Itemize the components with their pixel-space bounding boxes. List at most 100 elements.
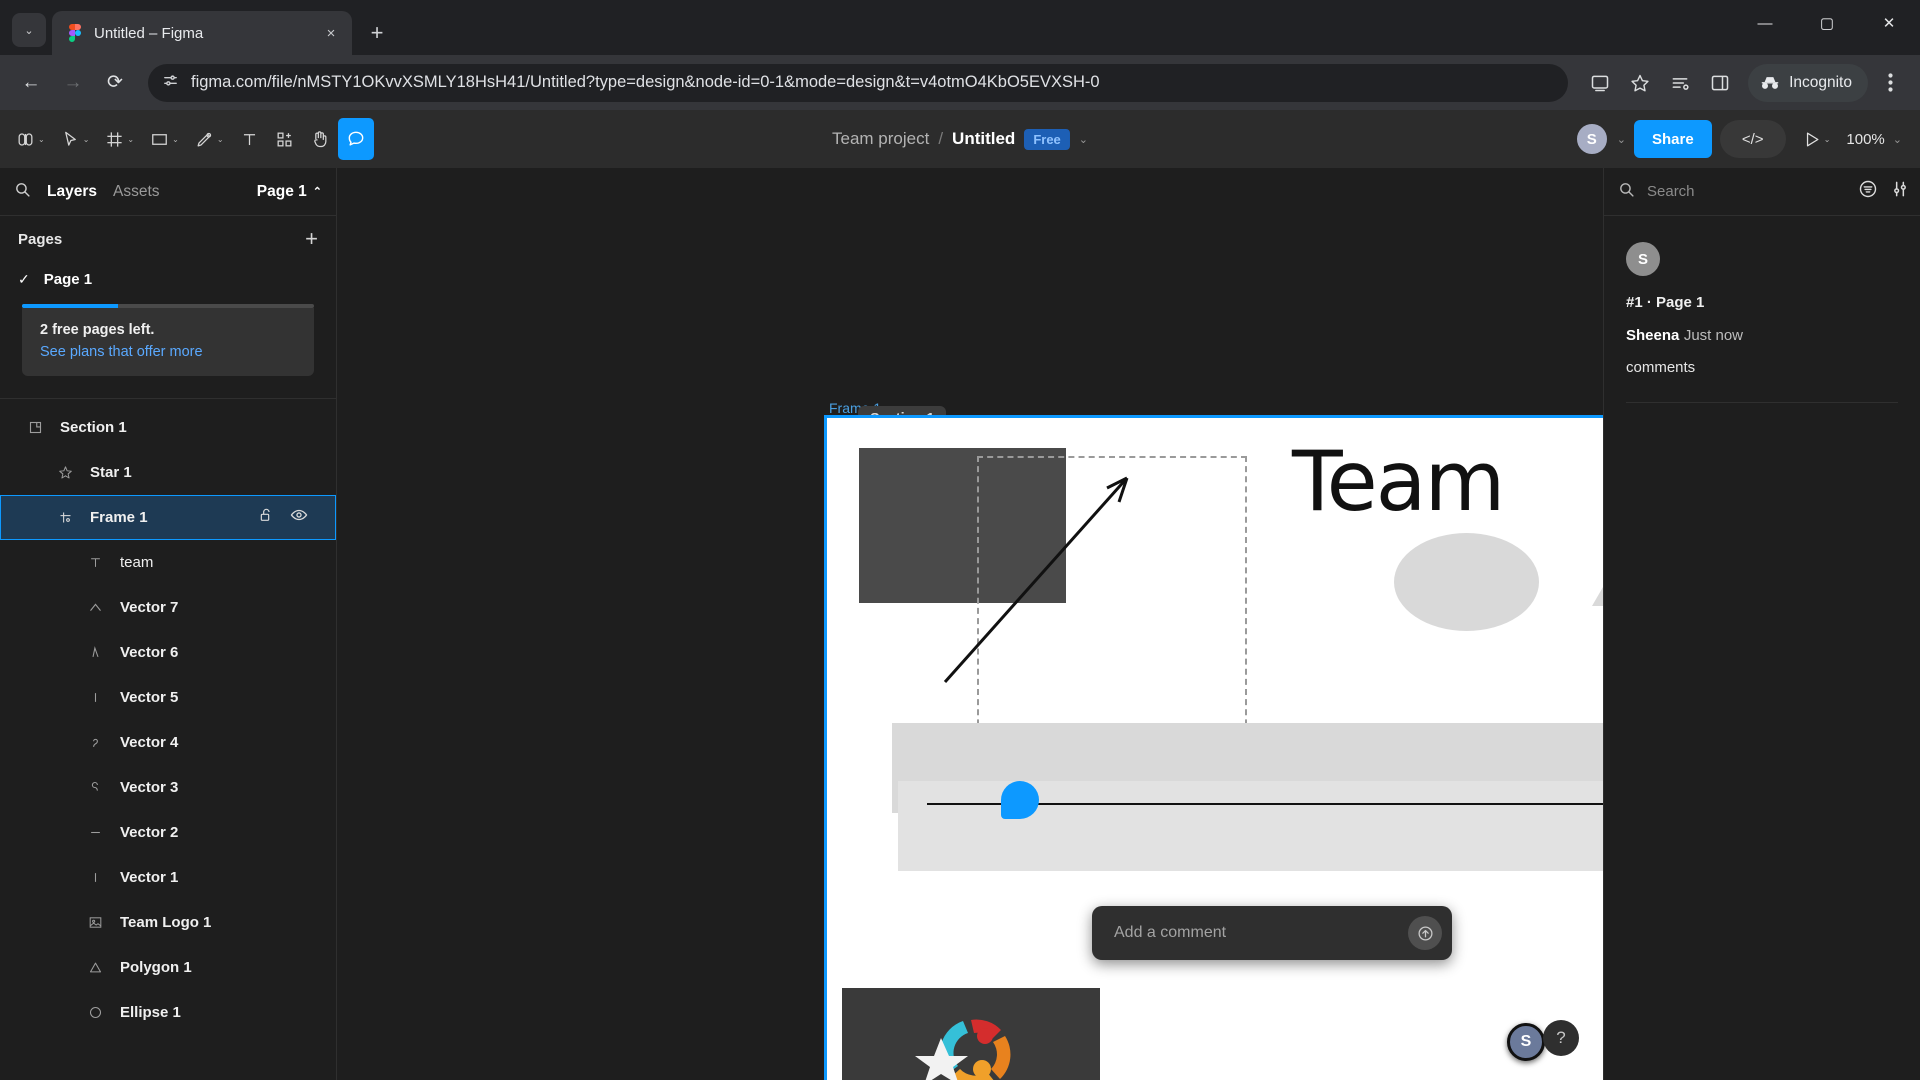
kebab-menu-icon[interactable] bbox=[1872, 65, 1908, 101]
search-icon[interactable] bbox=[1618, 181, 1635, 203]
zoom-level-label[interactable]: 100% bbox=[1846, 131, 1884, 148]
main-menu-button[interactable]: ⌄ bbox=[8, 118, 53, 160]
see-plans-link[interactable]: See plans that offer more bbox=[40, 344, 296, 360]
polygon-triangle-shape[interactable] bbox=[1592, 523, 1603, 606]
right-panel-divider bbox=[1626, 402, 1898, 403]
arrow-vector[interactable] bbox=[939, 458, 1139, 688]
polygon-icon bbox=[82, 960, 108, 975]
layer-row-vector-1[interactable]: Vector 1 bbox=[0, 855, 336, 900]
tab-layers[interactable]: Layers bbox=[47, 183, 97, 201]
layer-row-ellipse-1[interactable]: Ellipse 1 bbox=[0, 990, 336, 1035]
layer-actions bbox=[258, 506, 308, 529]
forward-button[interactable]: → bbox=[54, 64, 92, 102]
artboard-frame-1[interactable]: Team team bbox=[824, 415, 1603, 1080]
star-icon bbox=[52, 465, 78, 480]
window-close-button[interactable]: ✕ bbox=[1858, 0, 1920, 46]
comment-thread-item[interactable]: S #1 · Page 1 Sheena Just now comments bbox=[1604, 216, 1920, 376]
vector-icon bbox=[82, 735, 108, 750]
vector-icon bbox=[82, 870, 108, 885]
hand-tool-button[interactable] bbox=[302, 118, 338, 160]
layer-row-section-1[interactable]: Section 1 bbox=[0, 405, 336, 450]
pen-tool-button[interactable]: ⌄ bbox=[187, 118, 232, 160]
ellipse-shape[interactable] bbox=[1394, 533, 1539, 631]
layer-name: Star 1 bbox=[90, 464, 132, 481]
frame-tool-button[interactable]: ⌄ bbox=[97, 118, 142, 160]
share-button[interactable]: Share bbox=[1634, 120, 1712, 158]
left-panel-tabs: Layers Assets Page 1 ⌃ bbox=[0, 168, 336, 216]
incognito-indicator[interactable]: Incognito bbox=[1748, 63, 1868, 102]
layer-row-team[interactable]: team bbox=[0, 540, 336, 585]
back-button[interactable]: ← bbox=[12, 64, 50, 102]
browser-tab-strip: ⌄ Untitled – Figma × + — ▢ ✕ bbox=[0, 0, 1920, 55]
team-logo-image[interactable]: Teamwork PEOPLE COORDINATED EFFORT bbox=[842, 988, 1100, 1080]
comment-pin-marker[interactable] bbox=[1001, 781, 1039, 819]
tab-assets[interactable]: Assets bbox=[113, 183, 160, 201]
design-canvas[interactable]: Frame 1 Section 1 Team team bbox=[337, 168, 1603, 1080]
layer-row-vector-5[interactable]: Vector 5 bbox=[0, 675, 336, 720]
browser-tab[interactable]: Untitled – Figma × bbox=[52, 11, 352, 55]
address-bar-url: figma.com/file/nMSTY1OKvvXSMLY18HsH41/Un… bbox=[191, 73, 1100, 91]
extensions-icon[interactable] bbox=[1662, 65, 1698, 101]
visible-eye-icon[interactable] bbox=[290, 506, 308, 529]
avatar-chevron-down-icon[interactable]: ⌄ bbox=[1617, 133, 1626, 146]
sliders-settings-icon[interactable] bbox=[1890, 179, 1910, 204]
layer-name: Vector 4 bbox=[120, 734, 179, 751]
free-pages-upsell: 2 free pages left. See plans that offer … bbox=[22, 304, 314, 376]
cast-icon[interactable] bbox=[1582, 65, 1618, 101]
figma-app: ⌄ ⌄ ⌄ ⌄ ⌄ Team project / Untitled Free ⌄… bbox=[0, 110, 1920, 1080]
plan-badge[interactable]: Free bbox=[1024, 128, 1070, 150]
layers-search-icon[interactable] bbox=[14, 181, 31, 203]
page-list-item[interactable]: ✓ Page 1 bbox=[0, 262, 336, 296]
address-bar[interactable]: figma.com/file/nMSTY1OKvvXSMLY18HsH41/Un… bbox=[148, 63, 1569, 102]
layer-row-star-1[interactable]: Star 1 bbox=[0, 450, 336, 495]
window-minimize-button[interactable]: — bbox=[1734, 0, 1796, 46]
unlock-icon[interactable] bbox=[258, 507, 274, 528]
dev-mode-button[interactable]: </> bbox=[1719, 120, 1786, 158]
layer-row-vector-2[interactable]: Vector 2 bbox=[0, 810, 336, 855]
window-maximize-button[interactable]: ▢ bbox=[1796, 0, 1858, 46]
layer-name: Frame 1 bbox=[90, 509, 148, 526]
pen-icon bbox=[197, 132, 211, 146]
text-icon bbox=[82, 555, 108, 570]
new-tab-button[interactable]: + bbox=[360, 16, 394, 50]
layer-row-vector-4[interactable]: Vector 4 bbox=[0, 720, 336, 765]
page-settings-icon[interactable] bbox=[162, 72, 179, 94]
layer-row-vector-3[interactable]: Vector 3 bbox=[0, 765, 336, 810]
shape-tool-button[interactable]: ⌄ bbox=[142, 118, 187, 160]
frame-icon bbox=[52, 510, 78, 525]
zoom-chevron-down-icon[interactable]: ⌄ bbox=[1893, 133, 1902, 146]
comment-input[interactable]: Add a comment bbox=[1114, 924, 1408, 942]
reload-button[interactable]: ⟳ bbox=[96, 64, 134, 102]
handwritten-team-text[interactable]: Team bbox=[1292, 433, 1505, 530]
layer-row-vector-7[interactable]: Vector 7 bbox=[0, 585, 336, 630]
move-tool-button[interactable]: ⌄ bbox=[53, 118, 98, 160]
text-tool-button[interactable] bbox=[232, 118, 267, 160]
chevron-down-icon: ⌄ bbox=[24, 24, 34, 37]
help-button[interactable]: ? bbox=[1543, 1020, 1579, 1056]
add-page-button[interactable]: + bbox=[305, 228, 318, 250]
comment-composer[interactable]: Add a comment bbox=[1092, 906, 1452, 960]
layer-name: Section 1 bbox=[60, 419, 127, 436]
page-selector[interactable]: Page 1 ⌃ bbox=[257, 183, 322, 201]
tab-close-button[interactable]: × bbox=[320, 22, 342, 44]
file-menu-chevron-down-icon[interactable]: ⌄ bbox=[1079, 133, 1088, 146]
layer-row-vector-6[interactable]: Vector 6 bbox=[0, 630, 336, 675]
filter-icon[interactable] bbox=[1858, 179, 1878, 204]
figma-favicon-icon bbox=[66, 24, 84, 42]
resources-tool-button[interactable] bbox=[267, 118, 302, 160]
present-button[interactable]: ⌄ bbox=[1794, 118, 1839, 160]
breadcrumb-team[interactable]: Team project bbox=[832, 129, 929, 149]
tab-search-button[interactable]: ⌄ bbox=[12, 13, 46, 47]
search-input[interactable] bbox=[1647, 183, 1846, 200]
side-panel-icon[interactable] bbox=[1702, 65, 1738, 101]
figma-toolbar: ⌄ ⌄ ⌄ ⌄ ⌄ Team project / Untitled Free ⌄… bbox=[0, 110, 1920, 168]
breadcrumb-file-name[interactable]: Untitled bbox=[952, 129, 1015, 149]
present-chevron-down-icon[interactable]: ⌄ bbox=[1824, 135, 1831, 144]
layer-row-polygon-1[interactable]: Polygon 1 bbox=[0, 945, 336, 990]
comment-tool-button[interactable] bbox=[337, 118, 374, 160]
comment-send-button[interactable] bbox=[1408, 916, 1442, 950]
layer-row-team-logo-1[interactable]: Team Logo 1 bbox=[0, 900, 336, 945]
user-avatar[interactable]: S bbox=[1574, 122, 1609, 156]
layer-row-frame-1[interactable]: Frame 1 bbox=[0, 495, 336, 540]
bookmark-star-icon[interactable] bbox=[1622, 65, 1658, 101]
